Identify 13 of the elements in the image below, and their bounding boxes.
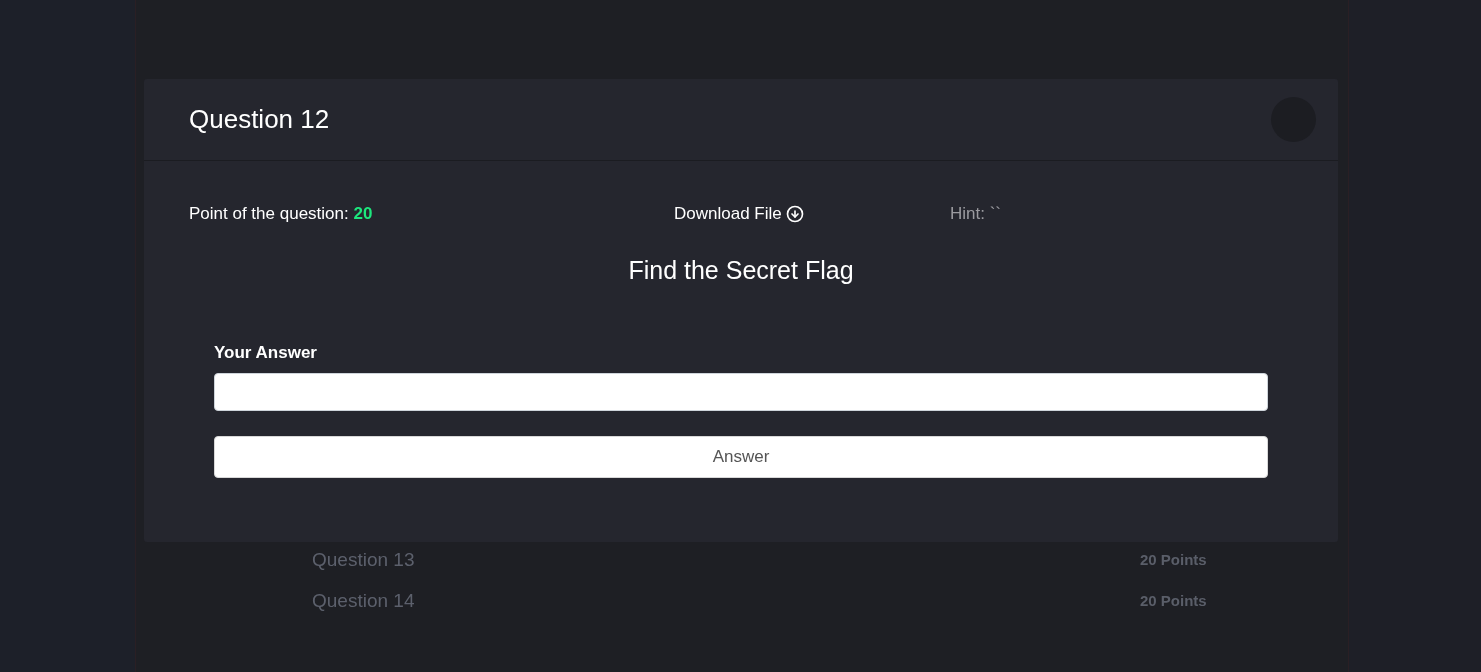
question-text: Find the Secret Flag [628,255,854,286]
answer-button[interactable]: Answer [214,436,1268,478]
answer-input[interactable] [214,373,1268,411]
download-link[interactable]: Download File [674,201,804,227]
question-points: 20 Points [1140,550,1207,571]
question-points: 20 Points [1140,591,1207,612]
points-text: Point of the question: 20 [189,204,373,224]
download-icon [785,205,804,223]
modal-title: Question 12 [189,103,330,136]
answer-label: Your Answer [214,341,317,364]
question-title: Question 13 [312,548,415,573]
question-title: Question 14 [312,589,415,614]
hint-text: Hint: `` [950,203,1001,226]
